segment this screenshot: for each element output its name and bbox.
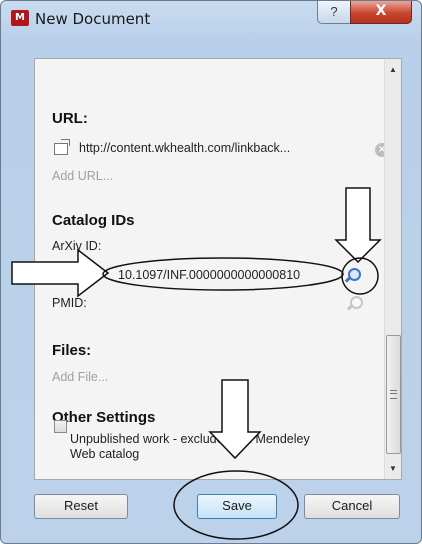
help-button[interactable]: ? — [317, 1, 351, 24]
add-file-field[interactable]: Add File... — [52, 370, 108, 384]
new-document-window: M New Document ? X URL: http://content.w… — [0, 0, 422, 544]
external-link-icon[interactable] — [54, 139, 70, 155]
scroll-thumb[interactable] — [386, 335, 401, 454]
window-title: New Document — [35, 10, 151, 28]
arxiv-id-label: ArXiv ID: — [52, 239, 102, 253]
mendeley-logo-icon: M — [11, 10, 29, 26]
files-heading: Files: — [52, 342, 92, 359]
save-button[interactable]: Save — [197, 494, 277, 519]
doi-label: DOI: — [52, 268, 78, 282]
pmid-label: PMID: — [52, 296, 87, 310]
document-details-panel: URL: http://content.wkhealth.com/linkbac… — [34, 58, 402, 480]
close-button[interactable]: X — [350, 1, 412, 24]
other-settings-heading: Other Settings — [52, 409, 156, 426]
cancel-button[interactable]: Cancel — [304, 494, 400, 519]
close-icon: X — [375, 3, 387, 19]
doi-lookup-icon[interactable] — [344, 268, 361, 283]
unpublished-label-line1[interactable]: Unpublished work - exclude from Mendeley — [70, 432, 310, 446]
vertical-scrollbar[interactable]: ▲ ▼ — [384, 59, 401, 479]
arxiv-lookup-icon[interactable] — [346, 239, 363, 254]
url-heading: URL: — [52, 110, 88, 127]
title-bar: M New Document ? X — [1, 1, 421, 35]
scroll-up-icon[interactable]: ▲ — [385, 61, 401, 78]
unpublished-label-line2[interactable]: Web catalog — [70, 447, 139, 461]
unpublished-checkbox[interactable] — [54, 420, 67, 433]
pmid-lookup-icon[interactable] — [346, 296, 363, 311]
reset-button[interactable]: Reset — [34, 494, 128, 519]
doi-field[interactable]: 10.1097/INF.0000000000000810 — [118, 268, 300, 282]
add-url-field[interactable]: Add URL... — [52, 169, 113, 183]
url-value[interactable]: http://content.wkhealth.com/linkback... — [79, 141, 290, 155]
catalog-ids-heading: Catalog IDs — [52, 212, 135, 229]
scroll-down-icon[interactable]: ▼ — [385, 460, 401, 477]
